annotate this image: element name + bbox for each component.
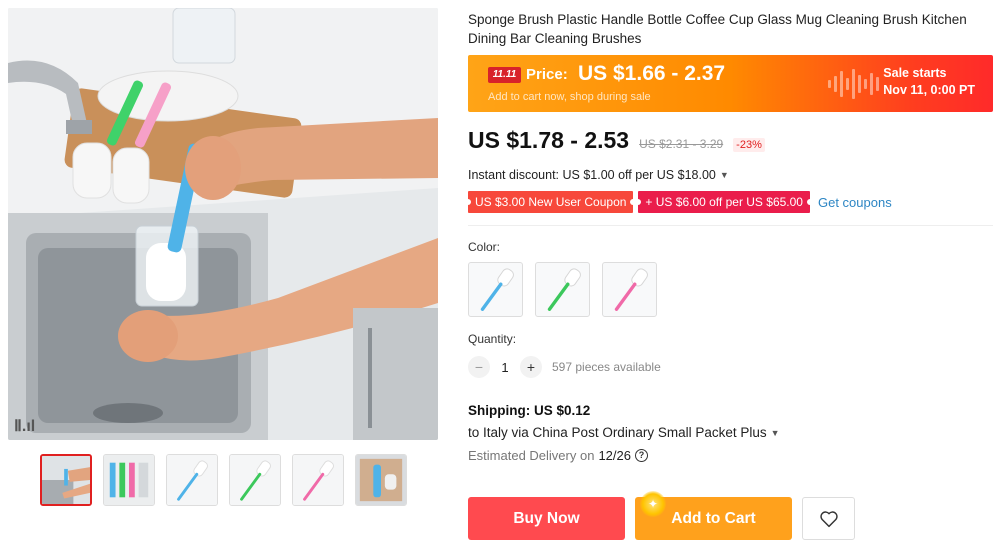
shipping-cost: Shipping: US $0.12 <box>468 403 591 418</box>
quantity-label: Quantity: <box>468 332 517 346</box>
color-swatch-blue[interactable] <box>468 262 523 317</box>
chevron-down-icon: ▼ <box>719 170 729 180</box>
help-icon[interactable]: ? <box>635 449 648 462</box>
sparkle-icon: ✦ <box>640 491 666 517</box>
instant-discount-text: Instant discount: US $1.00 off per US $1… <box>468 168 716 182</box>
heart-icon <box>819 510 838 527</box>
thumbnail-3[interactable] <box>166 454 218 506</box>
price-row: US $1.78 - 2.53 US $2.31 - 3.29 -23% <box>468 127 996 154</box>
current-price: US $1.78 - 2.53 <box>468 127 630 153</box>
thumbnail-1[interactable] <box>40 454 92 506</box>
thumbnail-5[interactable] <box>292 454 344 506</box>
thumbnail-6[interactable] <box>355 454 407 506</box>
product-title: Sponge Brush Plastic Handle Bottle Coffe… <box>468 12 967 46</box>
original-price: US $2.31 - 3.29 <box>639 137 724 151</box>
sale-starts-label: Sale starts <box>883 66 947 80</box>
product-info: Sponge Brush Plastic Handle Bottle Coffe… <box>464 10 996 463</box>
add-to-cart-label: Add to Cart <box>671 510 756 527</box>
quantity-stepper: − 1 + 597 pieces available <box>468 356 996 378</box>
color-swatch-pink[interactable] <box>602 262 657 317</box>
add-to-cart-button[interactable]: ✦ Add to Cart <box>635 491 792 540</box>
new-user-coupon[interactable]: US $3.00 New User Coupon <box>464 191 637 213</box>
wishlist-button[interactable] <box>802 497 855 540</box>
delivery-label: Estimated Delivery on <box>468 448 595 463</box>
delivery-date: 12/26 <box>598 448 631 463</box>
sale-subtitle: Add to cart now, shop during sale <box>488 91 651 103</box>
sale-starts: Sale starts Nov 11, 0:00 PT <box>883 65 975 99</box>
image-watermark: Ⅱ.ıl <box>14 418 35 435</box>
store-coupon[interactable]: + US $6.00 off per US $65.00 <box>635 191 813 213</box>
coupon-row: US $3.00 New User Coupon + US $6.00 off … <box>464 191 996 213</box>
brush-pink-icon <box>614 268 648 311</box>
brush-blue-icon <box>480 268 514 311</box>
brush-green-icon <box>547 268 581 311</box>
sale-price: US $1.66 - 2.37 <box>578 62 726 85</box>
product-photo: Ⅱ.ıl <box>8 8 438 440</box>
color-swatch-green[interactable] <box>535 262 590 317</box>
quantity-increase-button[interactable]: + <box>520 356 542 378</box>
action-buttons: Buy Now ✦ Add to Cart <box>468 491 855 540</box>
stock-available: 597 pieces available <box>552 360 661 374</box>
color-label: Color: <box>468 240 501 254</box>
sale-event-badge: 11.11 <box>488 67 521 83</box>
buy-now-button[interactable]: Buy Now <box>468 497 625 540</box>
quantity-value[interactable]: 1 <box>498 360 512 375</box>
thumbnail-2[interactable] <box>103 454 155 506</box>
sale-starts-date: Nov 11, 0:00 PT <box>883 83 975 97</box>
thumbnail-strip <box>40 454 407 506</box>
color-swatches <box>468 262 996 317</box>
banner-decoration <box>828 67 879 101</box>
discount-badge: -23% <box>733 138 765 152</box>
shipping-method[interactable]: to Italy via China Post Ordinary Small P… <box>468 425 996 440</box>
quantity-decrease-button[interactable]: − <box>468 356 490 378</box>
chevron-down-icon: ▼ <box>770 427 780 438</box>
thumbnail-4[interactable] <box>229 454 281 506</box>
sale-price-label: Price: <box>526 66 568 83</box>
main-product-image[interactable]: Ⅱ.ıl <box>8 8 438 440</box>
get-coupons-link[interactable]: Get coupons <box>818 195 892 210</box>
shipping-route: to Italy via China Post Ordinary Small P… <box>468 425 767 440</box>
estimated-delivery: Estimated Delivery on 12/26 ? <box>468 448 996 463</box>
instant-discount[interactable]: Instant discount: US $1.00 off per US $1… <box>468 168 996 182</box>
divider <box>468 225 993 226</box>
sale-banner: 11.11 Price: US $1.66 - 2.37 Add to cart… <box>468 55 993 112</box>
